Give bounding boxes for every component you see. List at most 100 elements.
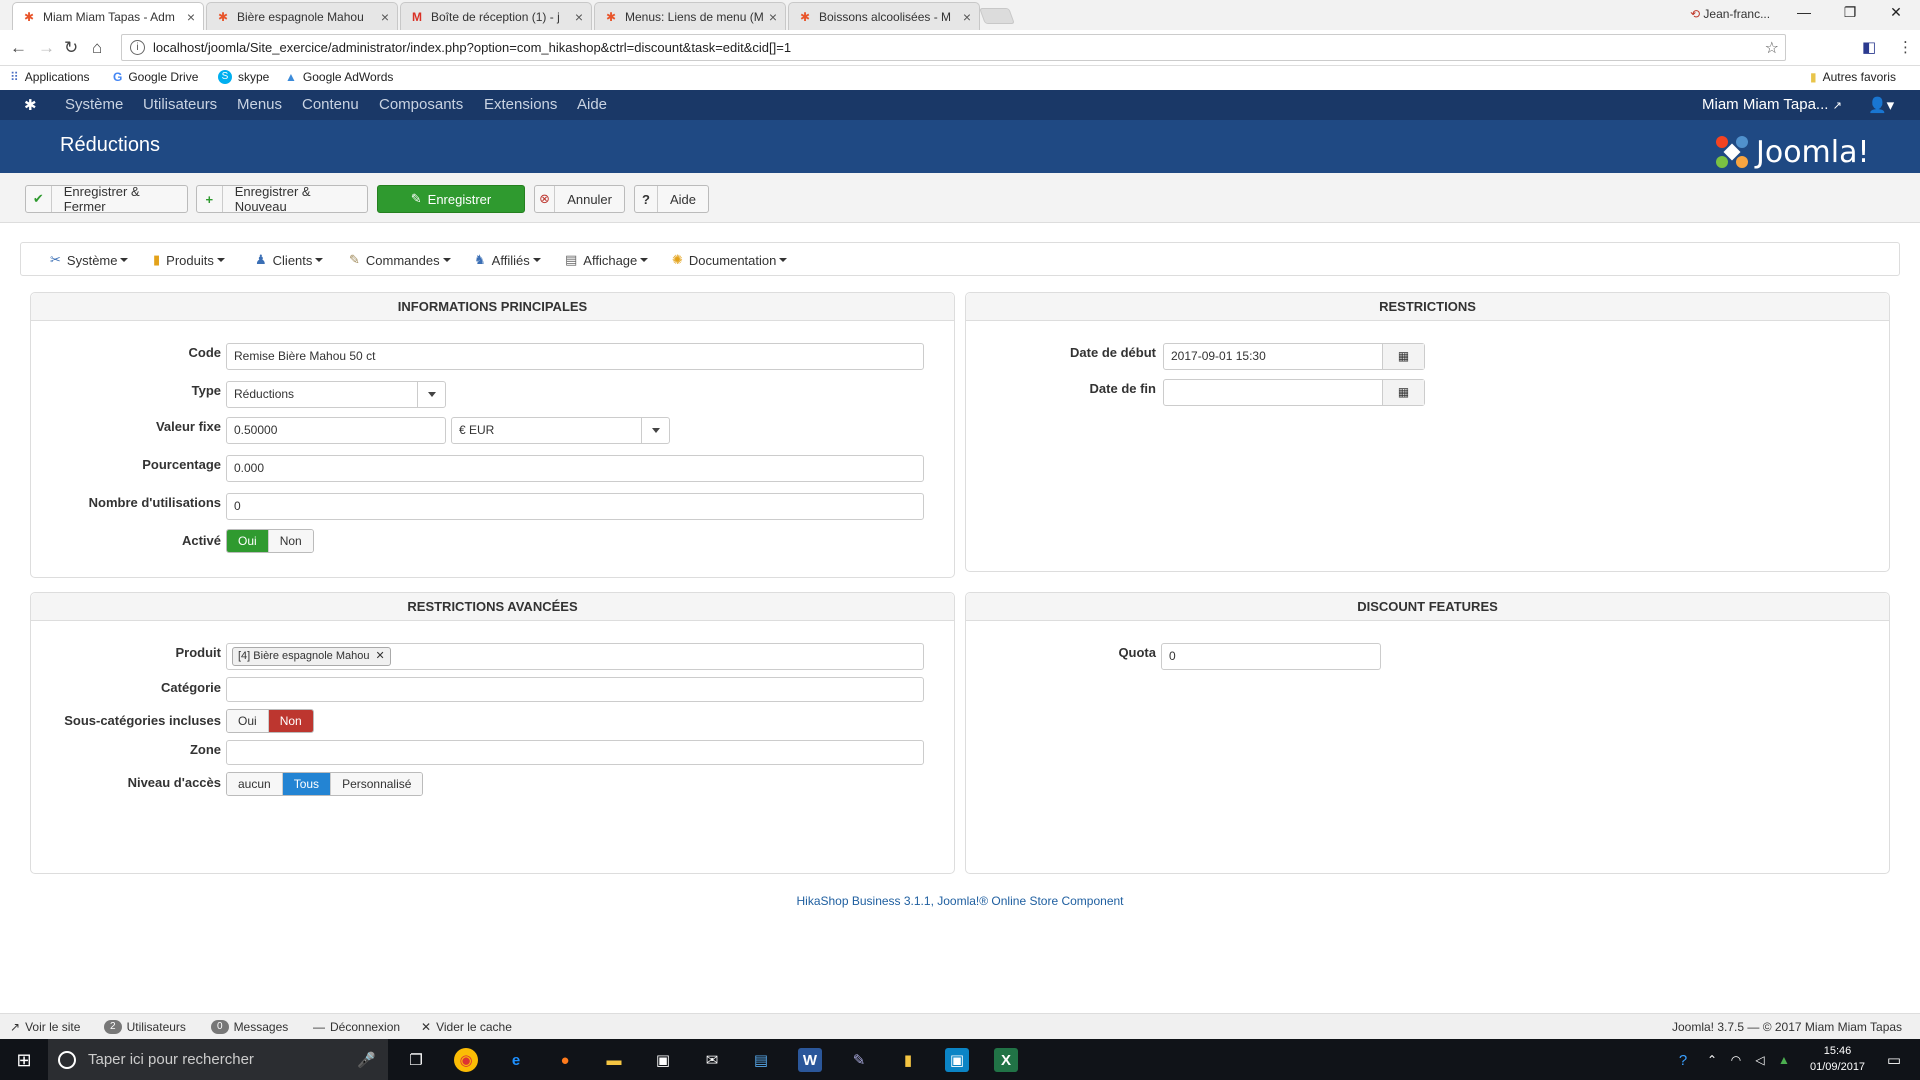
windows-start-icon[interactable]: ⊞ xyxy=(12,1048,36,1072)
footer-credit-link[interactable]: HikaShop Business 3.1.1, Joomla!® Online… xyxy=(0,894,1920,908)
firefox-icon[interactable]: ● xyxy=(553,1048,577,1072)
zone-field[interactable] xyxy=(226,740,924,765)
extension-icon[interactable]: ◧ xyxy=(1862,38,1876,56)
store-icon[interactable]: ▣ xyxy=(651,1048,675,1072)
tool-icon[interactable]: ✎ xyxy=(847,1048,871,1072)
close-tab-icon[interactable]: × xyxy=(963,9,971,25)
bookmark-other-folder[interactable]: ▮ Autres favoris xyxy=(1810,70,1896,84)
browser-tab[interactable]: ✱ Bière espagnole Mahou × xyxy=(206,2,398,30)
hika-menu-clients[interactable]: ♟ Clients xyxy=(255,252,324,268)
access-none-button[interactable]: aucun xyxy=(227,773,283,795)
browser-tab[interactable]: ✱ Boissons alcoolisées - M × xyxy=(788,2,980,30)
user-menu-icon[interactable]: 👤▾ xyxy=(1868,96,1894,114)
mail-icon[interactable]: ✉ xyxy=(700,1048,724,1072)
excel-icon[interactable]: X xyxy=(994,1048,1018,1072)
help-tray-icon[interactable]: ? xyxy=(1671,1048,1695,1072)
hika-menu-affichage[interactable]: ▤ Affichage xyxy=(565,252,649,268)
microphone-icon[interactable]: 🎤 xyxy=(357,1051,376,1069)
save-close-button[interactable]: ✔ Enregistrer & Fermer xyxy=(25,184,188,214)
subcat-yes-button[interactable]: Oui xyxy=(227,710,269,732)
drive-tray-icon[interactable]: ▲ xyxy=(1772,1048,1796,1072)
menu-composants[interactable]: Composants xyxy=(379,96,463,113)
clear-cache-link[interactable]: ✕ Vider le cache xyxy=(421,1020,512,1034)
minimize-icon[interactable]: — xyxy=(1784,4,1824,20)
tray-expand-icon[interactable]: ⌃ xyxy=(1700,1048,1724,1072)
hika-menu-systeme[interactable]: ✂ Système xyxy=(50,252,129,268)
access-custom-button[interactable]: Personnalisé xyxy=(331,773,423,795)
hika-menu-produits[interactable]: ▮ Produits xyxy=(153,252,225,268)
bookmark-skype[interactable]: S skype xyxy=(218,70,269,84)
active-no-button[interactable]: Non xyxy=(268,530,313,552)
bookmark-adwords[interactable]: ▲ Google AdWords xyxy=(285,70,393,84)
start-date-field[interactable]: 2017-09-01 15:30 ▦ xyxy=(1163,343,1425,370)
browser-menu-icon[interactable]: ⋮ xyxy=(1898,38,1913,56)
active-yes-button[interactable]: Oui xyxy=(227,530,269,552)
menu-utilisateurs[interactable]: Utilisateurs xyxy=(143,96,217,113)
bookmark-apps[interactable]: ⠿ Applications xyxy=(10,70,90,84)
chrome-icon[interactable]: ◉ xyxy=(454,1048,478,1072)
file-explorer-icon[interactable]: ▬ xyxy=(602,1048,626,1072)
code-input[interactable]: Remise Bière Mahou 50 ct xyxy=(226,343,924,370)
save-new-button[interactable]: + Enregistrer & Nouveau xyxy=(196,184,368,214)
browser-tab[interactable]: ✱ Miam Miam Tapas - Adm × xyxy=(12,2,204,30)
forward-icon[interactable]: → xyxy=(38,38,55,58)
close-window-icon[interactable]: ✕ xyxy=(1876,4,1916,21)
close-tab-icon[interactable]: × xyxy=(381,9,389,25)
browser-tab[interactable]: M Boîte de réception (1) - j × xyxy=(400,2,592,30)
messages-link[interactable]: 0 Messages xyxy=(211,1020,288,1034)
menu-systeme[interactable]: Système xyxy=(65,96,123,113)
save-button[interactable]: ✎ Enregistrer xyxy=(377,185,525,213)
calendar-icon[interactable]: ▦ xyxy=(1382,380,1424,405)
home-icon[interactable]: ⌂ xyxy=(92,38,102,58)
folder-app-icon[interactable]: ▮ xyxy=(896,1048,920,1072)
task-view-icon[interactable]: ❐ xyxy=(404,1048,428,1072)
site-name-link[interactable]: Miam Miam Tapa... ↗ xyxy=(1702,96,1842,113)
subcat-no-button[interactable]: Non xyxy=(268,710,313,732)
browser-tab[interactable]: ✱ Menus: Liens de menu (M × xyxy=(594,2,786,30)
hika-menu-commandes[interactable]: ✎ Commandes xyxy=(349,252,451,268)
back-icon[interactable]: ← xyxy=(10,38,27,58)
fixed-value-input[interactable]: 0.50000 xyxy=(226,417,446,444)
currency-select[interactable]: € EUR xyxy=(451,417,670,444)
notification-icon[interactable]: ▭ xyxy=(1882,1048,1906,1072)
view-site-link[interactable]: ↗ Voir le site xyxy=(10,1020,80,1034)
access-all-button[interactable]: Tous xyxy=(282,773,332,795)
cancel-button[interactable]: ⊗ Annuler xyxy=(534,185,625,213)
hika-menu-affilies[interactable]: ♞ Affiliés xyxy=(474,252,541,268)
users-link[interactable]: 2 Utilisateurs xyxy=(104,1020,186,1034)
close-tab-icon[interactable]: × xyxy=(575,9,583,25)
help-button[interactable]: ? Aide xyxy=(634,185,709,213)
uses-input[interactable]: 0 xyxy=(226,493,924,520)
reload-icon[interactable]: ↻ xyxy=(64,38,78,58)
menu-aide[interactable]: Aide xyxy=(577,96,607,113)
app-blue-icon[interactable]: ▣ xyxy=(945,1048,969,1072)
new-tab-button[interactable] xyxy=(979,8,1015,24)
info-icon[interactable]: i xyxy=(130,40,145,55)
menu-menus[interactable]: Menus xyxy=(237,96,282,113)
end-date-field[interactable]: ▦ xyxy=(1163,379,1425,406)
logout-link[interactable]: — Déconnexion xyxy=(313,1020,400,1034)
volume-icon[interactable]: ◁ xyxy=(1748,1048,1772,1072)
close-tab-icon[interactable]: × xyxy=(187,9,195,25)
word-icon[interactable]: W xyxy=(798,1048,822,1072)
menu-contenu[interactable]: Contenu xyxy=(302,96,359,113)
restore-icon[interactable]: ❐ xyxy=(1830,4,1870,21)
quota-input[interactable]: 0 xyxy=(1161,643,1381,670)
browser-profile[interactable]: ⟲ Jean-franc... xyxy=(1690,7,1770,21)
wifi-icon[interactable]: ◠ xyxy=(1724,1048,1748,1072)
bookmark-google-drive[interactable]: G Google Drive xyxy=(113,70,198,84)
url-field[interactable]: i localhost/joomla/Site_exercice/adminis… xyxy=(121,34,1786,61)
category-field[interactable] xyxy=(226,677,924,702)
product-field[interactable]: [4] Bière espagnole Mahou ✕ xyxy=(226,643,924,670)
bookmark-star-icon[interactable]: ☆ xyxy=(1765,38,1779,58)
percent-input[interactable]: 0.000 xyxy=(226,455,924,482)
edge-icon[interactable]: e xyxy=(504,1048,528,1072)
close-tab-icon[interactable]: × xyxy=(769,9,777,25)
joomla-menu-logo-icon[interactable]: ✱ xyxy=(24,96,37,114)
calendar-icon[interactable]: ▦ xyxy=(1382,344,1424,369)
hika-menu-documentation[interactable]: ✺ Documentation xyxy=(672,252,788,268)
taskbar-search[interactable]: Taper ici pour rechercher 🎤 xyxy=(48,1039,388,1080)
menu-extensions[interactable]: Extensions xyxy=(484,96,557,113)
type-select[interactable]: Réductions xyxy=(226,381,446,408)
system-clock[interactable]: 15:46 01/09/2017 xyxy=(1810,1043,1865,1075)
